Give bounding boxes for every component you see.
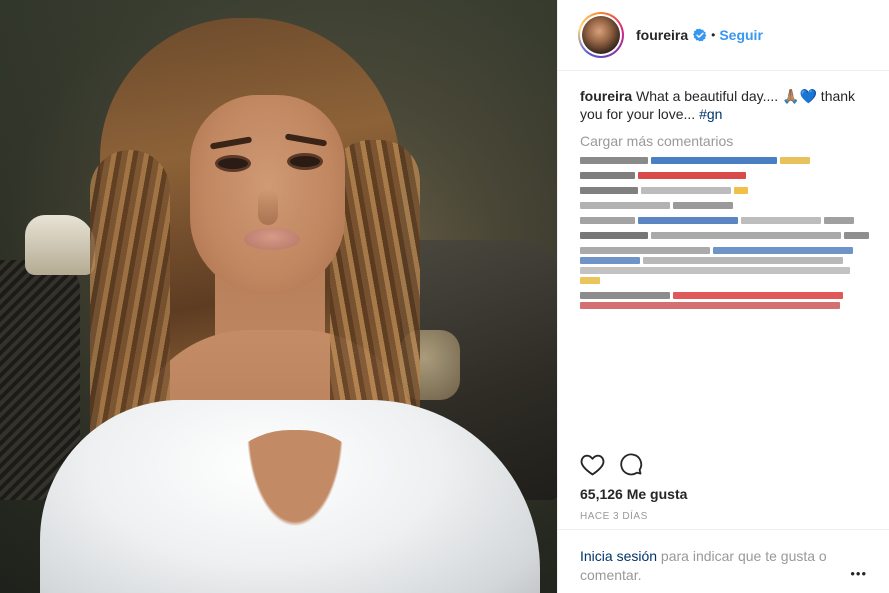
comment-blurred: [580, 217, 869, 224]
comment-blurred: [580, 202, 869, 209]
instagram-post: foureira • Seguir foureira What a beauti…: [0, 0, 889, 593]
action-bar: [580, 452, 643, 476]
post-timestamp[interactable]: HACE 3 DÍAS: [580, 511, 648, 522]
header-username[interactable]: foureira: [636, 27, 688, 43]
post-sidebar: foureira • Seguir foureira What a beauti…: [557, 0, 889, 593]
login-link[interactable]: Inicia sesión: [580, 548, 657, 564]
post-header: foureira • Seguir: [558, 0, 889, 71]
comments-section: foureira What a beautiful day.... 🙏🏽💙 th…: [558, 71, 889, 431]
more-options-icon[interactable]: •••: [850, 566, 867, 581]
follow-button[interactable]: Seguir: [719, 27, 763, 43]
photo-eye-right: [290, 156, 320, 167]
photo-eye-left: [218, 158, 248, 169]
photo-cloth: [25, 215, 95, 275]
comment-blurred: [580, 232, 869, 239]
comment-blurred: [580, 247, 869, 284]
comment-blurred: [580, 292, 869, 309]
caption: foureira What a beautiful day.... 🙏🏽💙 th…: [580, 87, 869, 123]
photo-lips: [244, 228, 300, 250]
photo-chest: [210, 430, 380, 593]
header-separator: •: [711, 28, 716, 42]
comment-bubble-icon[interactable]: [619, 452, 643, 476]
avatar-story-ring[interactable]: [578, 12, 624, 58]
caption-hashtag[interactable]: #gn: [699, 106, 722, 122]
likes-count[interactable]: 65,126 Me gusta: [580, 486, 687, 502]
avatar-frame: [580, 14, 622, 56]
comment-blurred: [580, 157, 869, 164]
post-photo[interactable]: [0, 0, 557, 593]
caption-username[interactable]: foureira: [580, 88, 632, 104]
comment-blurred: [580, 187, 869, 194]
comment-blurred: [580, 172, 869, 179]
avatar: [582, 16, 620, 54]
photo-nose: [258, 190, 278, 225]
verified-badge-icon: [693, 28, 707, 42]
login-prompt: Inicia sesión para indicar que te gusta …: [558, 529, 889, 585]
heart-icon[interactable]: [580, 453, 605, 476]
load-more-comments-button[interactable]: Cargar más comentarios: [580, 133, 869, 149]
